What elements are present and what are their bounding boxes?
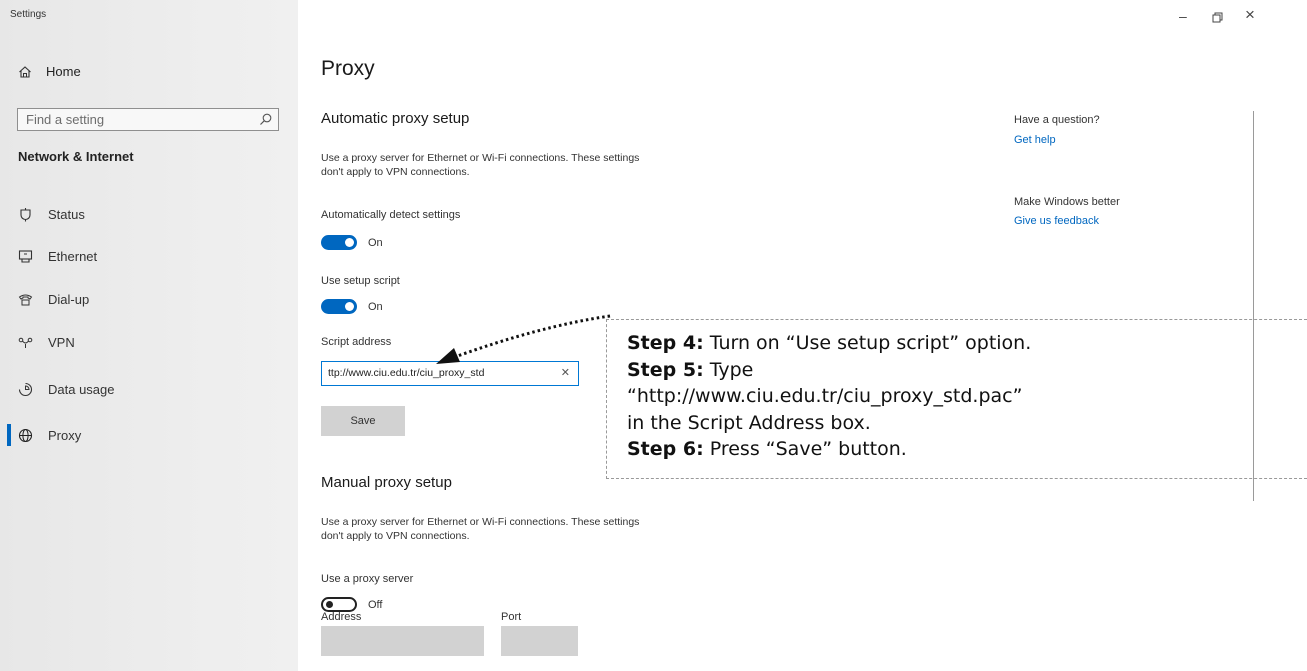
pointer-arrow-icon [436, 314, 611, 364]
sidebar-home[interactable]: Home [18, 64, 81, 79]
sidebar-item-label: Dial-up [48, 291, 90, 307]
step-6-text: Press “Save” button. [703, 438, 907, 460]
active-indicator [7, 424, 11, 446]
toggle-switch[interactable] [321, 235, 357, 250]
sidebar-item-label: Status [48, 206, 85, 222]
use-proxy-toggle[interactable]: Off [321, 597, 382, 612]
toggle-state: On [368, 300, 383, 313]
setup-script-label: Use setup script [321, 275, 400, 287]
sidebar-item-data-usage[interactable]: Data usage [18, 378, 115, 400]
vpn-icon [18, 337, 33, 348]
data-usage-icon [18, 382, 33, 396]
detect-settings-label: Automatically detect settings [321, 209, 461, 221]
ethernet-icon [18, 249, 33, 263]
sidebar-item-label: Data usage [48, 381, 115, 397]
sidebar-item-label: VPN [48, 334, 75, 350]
step-4-label: Step 4: [627, 332, 704, 354]
restore-icon[interactable] [1212, 12, 1223, 23]
step-5: Step 5: Type [627, 357, 1227, 384]
proxy-icon [18, 428, 33, 442]
toggle-switch[interactable] [321, 299, 357, 314]
manual-heading: Manual proxy setup [321, 474, 452, 491]
setup-script-toggle[interactable]: On [321, 299, 383, 314]
save-button[interactable]: Save [321, 406, 405, 436]
sidebar-item-label: Proxy [48, 427, 82, 443]
step-5-text: Type [703, 358, 754, 381]
search-box[interactable] [17, 108, 279, 131]
use-proxy-label: Use a proxy server [321, 573, 414, 585]
windows-better-text: Make Windows better [1014, 196, 1120, 208]
status-icon [20, 207, 31, 221]
page-title: Proxy [321, 57, 375, 80]
sidebar-item-status[interactable]: Status [18, 203, 85, 225]
sidebar: Settings Home Network & Internet Status … [0, 0, 298, 671]
sidebar-item-label: Ethernet [48, 248, 98, 264]
script-address-label: Script address [321, 336, 392, 348]
sidebar-item-ethernet[interactable]: Ethernet [18, 245, 97, 267]
manual-description: Use a proxy server for Ethernet or Wi-Fi… [321, 515, 761, 543]
section-title: Network & Internet [18, 149, 134, 164]
sidebar-item-dialup[interactable]: Dial-up [18, 288, 89, 310]
instruction-text: Step 4: Turn on “Use setup script” optio… [627, 330, 1227, 463]
automatic-description-line1: Use a proxy server for Ethernet or Wi-Fi… [321, 152, 640, 164]
window-title: Settings [10, 9, 47, 20]
detect-settings-toggle[interactable]: On [321, 235, 383, 250]
step-6-label: Step 6: [627, 438, 704, 460]
toggle-state: Off [368, 598, 383, 611]
toggle-switch[interactable] [321, 597, 357, 612]
close-button[interactable]: × [1245, 5, 1255, 25]
toggle-state: On [368, 236, 383, 249]
help-question: Have a question? [1014, 114, 1100, 126]
search-icon[interactable] [259, 113, 272, 126]
sidebar-item-proxy[interactable]: Proxy [18, 424, 81, 446]
step-5-tail: in the Script Address box. [627, 411, 871, 434]
sidebar-home-label: Home [46, 64, 81, 79]
step-5-label: Step 5: [627, 358, 704, 381]
port-input[interactable] [501, 626, 578, 656]
step-4-text: Turn on “Use setup script” option. [703, 332, 1032, 354]
dialup-icon [18, 294, 33, 305]
home-icon [19, 65, 31, 78]
manual-description-line1: Use a proxy server for Ethernet or Wi-Fi… [321, 516, 640, 528]
search-input[interactable] [18, 109, 251, 130]
port-label: Port [501, 611, 522, 623]
get-help-link[interactable]: Get help [1014, 134, 1056, 146]
feedback-link[interactable]: Give us feedback [1014, 215, 1099, 227]
step-4: Step 4: Turn on “Use setup script” optio… [627, 330, 1227, 357]
minimize-button[interactable]: – [1179, 8, 1187, 24]
manual-description-line2: don't apply to VPN connections. [321, 530, 470, 542]
address-label: Address [321, 611, 362, 623]
automatic-description: Use a proxy server for Ethernet or Wi-Fi… [321, 151, 761, 179]
automatic-heading: Automatic proxy setup [321, 110, 470, 127]
step-6: Step 6: Press “Save” button. [627, 436, 1227, 463]
address-input[interactable] [321, 626, 484, 656]
automatic-description-line2: don't apply to VPN connections. [321, 166, 470, 178]
step-5-url: “http://www.ciu.edu.tr/ciu_proxy_std.pac… [627, 385, 1023, 407]
sidebar-item-vpn[interactable]: VPN [18, 331, 75, 353]
